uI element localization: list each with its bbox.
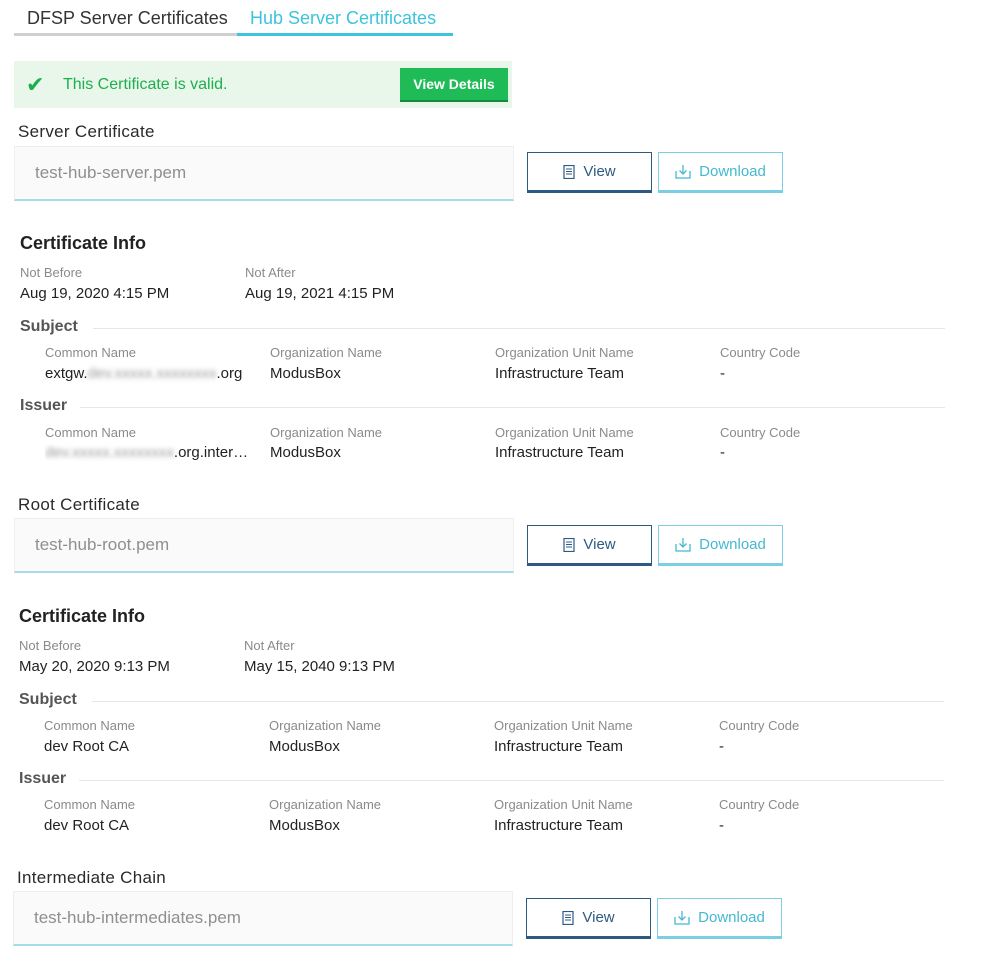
- document-icon: [562, 910, 574, 925]
- issuer-organization: ModusBox: [269, 817, 340, 834]
- not-before-label: Not Before: [19, 638, 82, 653]
- common-name-label: Common Name: [44, 797, 136, 812]
- subject-organization: ModusBox: [270, 365, 341, 382]
- root-certificate-label: Root Certificate: [18, 495, 140, 514]
- not-after-label: Not After: [244, 638, 295, 653]
- document-icon: [563, 164, 575, 179]
- issuer-common-name: dev Root CA: [44, 817, 130, 834]
- not-before-value: Aug 19, 2020 4:15 PM: [20, 285, 170, 302]
- check-icon: ✔: [26, 72, 45, 97]
- not-before-label: Not Before: [20, 265, 83, 280]
- server-download-button[interactable]: Download: [658, 152, 783, 193]
- issuer-common-name: dev.xxxxx.xxxxxxxx.org.inter…: [45, 444, 249, 461]
- download-button-label: Download: [698, 909, 765, 926]
- subject-title: Subject: [20, 318, 78, 335]
- not-before-value: May 20, 2020 9:13 PM: [19, 658, 170, 675]
- intermediate-chain-file-field[interactable]: test-hub-intermediates.pem: [13, 891, 513, 946]
- valid-message: This Certificate is valid.: [63, 76, 228, 93]
- view-details-button[interactable]: View Details: [400, 68, 508, 102]
- certificate-info-title: Certificate Info: [19, 606, 146, 626]
- subject-common-name: dev Root CA: [44, 738, 130, 755]
- certificate-info-title: Certificate Info: [20, 233, 147, 253]
- download-button-label: Download: [699, 163, 766, 180]
- intermediate-download-button[interactable]: Download: [657, 898, 782, 939]
- country-code-label: Country Code: [719, 718, 800, 733]
- not-after-label: Not After: [245, 265, 296, 280]
- country-code-label: Country Code: [720, 345, 801, 360]
- divider: [93, 328, 945, 329]
- redacted-text: dev.xxxxx.xxxxxxxx: [45, 444, 174, 461]
- country-code-label: Country Code: [720, 425, 801, 440]
- redacted-text: dev.xxxxx.xxxxxxxx: [87, 365, 217, 382]
- download-icon: [674, 910, 690, 925]
- view-button-label: View: [583, 536, 616, 553]
- not-after-value: Aug 19, 2021 4:15 PM: [245, 285, 395, 302]
- subject-country-code: -: [720, 365, 725, 382]
- download-button-label: Download: [699, 536, 766, 553]
- subject-common-name: extgw.dev.xxxxx.xxxxxxxx.org: [45, 365, 243, 382]
- organization-name-label: Organization Name: [269, 718, 381, 733]
- root-certificate-file-field[interactable]: test-hub-root.pem: [14, 518, 514, 573]
- organization-name-label: Organization Name: [270, 345, 382, 360]
- divider: [80, 407, 945, 408]
- issuer-organization-unit: Infrastructure Team: [494, 817, 623, 834]
- subject-country-code: -: [719, 738, 724, 755]
- organization-unit-label: Organization Unit Name: [495, 425, 634, 440]
- root-download-button[interactable]: Download: [658, 525, 783, 566]
- issuer-country-code: -: [720, 444, 725, 461]
- subject-title: Subject: [19, 691, 77, 708]
- issuer-organization: ModusBox: [270, 444, 341, 461]
- document-icon: [563, 537, 575, 552]
- divider: [92, 701, 944, 702]
- subject-organization-unit: Infrastructure Team: [494, 738, 623, 755]
- tab-hub-server-certificates[interactable]: Hub Server Certificates: [237, 0, 453, 36]
- organization-name-label: Organization Name: [270, 425, 382, 440]
- organization-unit-label: Organization Unit Name: [495, 345, 634, 360]
- intermediate-chain-label: Intermediate Chain: [17, 868, 167, 887]
- issuer-country-code: -: [719, 817, 724, 834]
- country-code-label: Country Code: [719, 797, 800, 812]
- server-view-button[interactable]: View: [527, 152, 652, 193]
- tab-label: DFSP Server Certificates: [27, 8, 228, 28]
- view-button-label: View: [582, 909, 615, 926]
- subject-organization-unit: Infrastructure Team: [495, 365, 624, 382]
- server-certificate-label: Server Certificate: [18, 122, 155, 141]
- common-name-label: Common Name: [45, 425, 137, 440]
- issuer-title: Issuer: [19, 770, 67, 787]
- intermediate-view-button[interactable]: View: [526, 898, 651, 939]
- organization-name-label: Organization Name: [269, 797, 381, 812]
- download-icon: [675, 164, 691, 179]
- root-view-button[interactable]: View: [527, 525, 652, 566]
- not-after-value: May 15, 2040 9:13 PM: [244, 658, 395, 675]
- issuer-title: Issuer: [20, 397, 68, 414]
- common-name-label: Common Name: [45, 345, 137, 360]
- download-icon: [675, 537, 691, 552]
- server-certificate-file-field[interactable]: test-hub-server.pem: [14, 146, 514, 201]
- tab-dfsp-server-certificates[interactable]: DFSP Server Certificates: [14, 0, 237, 36]
- subject-organization: ModusBox: [269, 738, 340, 755]
- issuer-organization-unit: Infrastructure Team: [495, 444, 624, 461]
- common-name-label: Common Name: [44, 718, 136, 733]
- tab-label: Hub Server Certificates: [250, 8, 437, 28]
- organization-unit-label: Organization Unit Name: [494, 718, 633, 733]
- organization-unit-label: Organization Unit Name: [494, 797, 633, 812]
- view-button-label: View: [583, 163, 616, 180]
- divider: [79, 780, 944, 781]
- certificate-valid-banner: ✔ This Certificate is valid. View Detail…: [14, 61, 512, 108]
